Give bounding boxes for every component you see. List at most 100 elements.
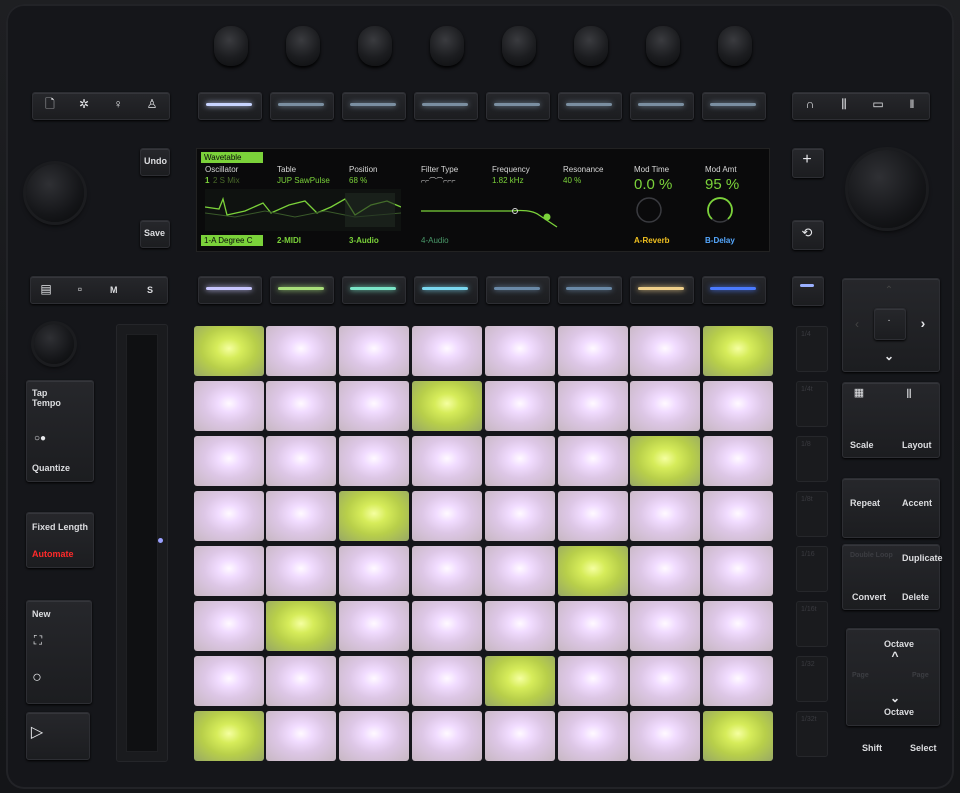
pad-r8-c4[interactable] xyxy=(412,711,482,761)
scene-button-7[interactable]: 1/32 xyxy=(796,656,828,702)
arrow-right-icon[interactable]: › xyxy=(916,316,930,330)
pad-r1-c5[interactable] xyxy=(485,326,555,376)
pad-r7-c8[interactable] xyxy=(703,656,773,706)
metronome-icon[interactable]: ○● xyxy=(32,434,48,444)
user-icon[interactable]: ♙ xyxy=(144,98,160,110)
mixer-icon[interactable]: ⫼ xyxy=(836,98,852,110)
pad-r3-c7[interactable] xyxy=(630,436,700,486)
lower-display-button-4[interactable] xyxy=(414,276,478,304)
lower-display-button-2[interactable] xyxy=(270,276,334,304)
pad-r8-c8[interactable] xyxy=(703,711,773,761)
master-volume-knob[interactable] xyxy=(848,150,926,228)
pad-r3-c1[interactable] xyxy=(194,436,264,486)
pad-r7-c2[interactable] xyxy=(266,656,336,706)
pad-r6-c6[interactable] xyxy=(558,601,628,651)
delete-button[interactable]: Delete xyxy=(902,592,929,602)
pad-r5-c5[interactable] xyxy=(485,546,555,596)
stop-clip-icon[interactable]: ▫ xyxy=(72,283,88,295)
lower-display-button-5[interactable] xyxy=(486,276,550,304)
arrow-down-icon[interactable]: ⌄ xyxy=(882,350,896,362)
gear-icon[interactable]: ✲ xyxy=(76,98,92,110)
new-file-icon[interactable]: 🗋 xyxy=(42,98,58,110)
lock-icon[interactable]: ▤ xyxy=(38,283,54,295)
pad-r4-c1[interactable] xyxy=(194,491,264,541)
pad-r5-c1[interactable] xyxy=(194,546,264,596)
shift-button[interactable]: Shift xyxy=(862,743,882,753)
tempo-knob[interactable] xyxy=(26,164,84,222)
automate-button[interactable]: Automate xyxy=(32,549,74,559)
swing-knob[interactable] xyxy=(34,324,74,364)
encoder-3[interactable] xyxy=(358,26,392,66)
track-3[interactable]: 3-Audio xyxy=(349,236,379,245)
upper-display-button-7[interactable] xyxy=(630,92,694,120)
mute-button[interactable]: M xyxy=(110,285,118,295)
layout-button[interactable]: Layout xyxy=(902,440,932,450)
pad-r6-c4[interactable] xyxy=(412,601,482,651)
accent-button[interactable]: Accent xyxy=(902,498,932,508)
pad-r5-c7[interactable] xyxy=(630,546,700,596)
pad-r1-c8[interactable] xyxy=(703,326,773,376)
pad-r3-c8[interactable] xyxy=(703,436,773,486)
pad-r6-c5[interactable] xyxy=(485,601,555,651)
duplicate-button[interactable]: Duplicate xyxy=(902,553,943,563)
page-left-button[interactable]: Page xyxy=(852,672,869,679)
scene-button-1[interactable]: 1/4 xyxy=(796,326,828,372)
pad-r3-c5[interactable] xyxy=(485,436,555,486)
track-b-delay[interactable]: B-Delay xyxy=(705,236,735,245)
pad-r8-c1[interactable] xyxy=(194,711,264,761)
scene-button-2[interactable]: 1/4t xyxy=(796,381,828,427)
encoder-5[interactable] xyxy=(502,26,536,66)
upper-display-button-5[interactable] xyxy=(486,92,550,120)
lower-display-button-8[interactable] xyxy=(702,276,766,304)
master-button[interactable] xyxy=(792,276,824,306)
pad-r5-c4[interactable] xyxy=(412,546,482,596)
pad-r5-c3[interactable] xyxy=(339,546,409,596)
pad-r7-c6[interactable] xyxy=(558,656,628,706)
scene-button-6[interactable]: 1/16t xyxy=(796,601,828,647)
touch-strip[interactable] xyxy=(126,334,158,752)
pad-r2-c7[interactable] xyxy=(630,381,700,431)
octave-up-button[interactable]: Octave xyxy=(884,639,914,649)
pad-r2-c3[interactable] xyxy=(339,381,409,431)
pad-r3-c4[interactable] xyxy=(412,436,482,486)
pad-r5-c6[interactable] xyxy=(558,546,628,596)
track-4[interactable]: 4-Audio xyxy=(421,236,449,245)
upper-display-button-2[interactable] xyxy=(270,92,334,120)
upper-display-button-6[interactable] xyxy=(558,92,622,120)
scale-button[interactable]: Scale xyxy=(850,440,874,450)
scene-button-3[interactable]: 1/8 xyxy=(796,436,828,482)
pad-r6-c7[interactable] xyxy=(630,601,700,651)
encoder-1[interactable] xyxy=(214,26,248,66)
pad-r1-c6[interactable] xyxy=(558,326,628,376)
upper-display-button-3[interactable] xyxy=(342,92,406,120)
tap-label[interactable]: Tap xyxy=(32,388,47,398)
encoder-2[interactable] xyxy=(286,26,320,66)
pad-r2-c4[interactable] xyxy=(412,381,482,431)
upper-display-button-1[interactable] xyxy=(198,92,262,120)
solo-button[interactable]: S xyxy=(147,285,153,295)
pad-r1-c1[interactable] xyxy=(194,326,264,376)
pad-r4-c2[interactable] xyxy=(266,491,336,541)
new-button[interactable]: New xyxy=(32,609,51,619)
scene-button-8[interactable]: 1/32t xyxy=(796,711,828,757)
pad-r8-c7[interactable] xyxy=(630,711,700,761)
encoder-4[interactable] xyxy=(430,26,464,66)
pad-r4-c7[interactable] xyxy=(630,491,700,541)
pad-r7-c3[interactable] xyxy=(339,656,409,706)
quantize-button[interactable]: Quantize xyxy=(32,463,70,473)
lower-display-button-7[interactable] xyxy=(630,276,694,304)
double-loop-button[interactable]: Double Loop xyxy=(850,552,893,559)
convert-button[interactable]: Convert xyxy=(852,592,886,602)
pad-r1-c7[interactable] xyxy=(630,326,700,376)
capture-icon[interactable]: ⛶ xyxy=(30,634,46,646)
upper-display-button-8[interactable] xyxy=(702,92,766,120)
pad-r1-c4[interactable] xyxy=(412,326,482,376)
track-2[interactable]: 2-MIDI xyxy=(277,236,301,245)
pad-r8-c6[interactable] xyxy=(558,711,628,761)
pad-r7-c7[interactable] xyxy=(630,656,700,706)
octave-down-button[interactable]: Octave xyxy=(884,707,914,717)
pad-r8-c5[interactable] xyxy=(485,711,555,761)
lower-display-button-3[interactable] xyxy=(342,276,406,304)
pad-r4-c3[interactable] xyxy=(339,491,409,541)
device-icon[interactable]: ‖ xyxy=(904,98,920,110)
